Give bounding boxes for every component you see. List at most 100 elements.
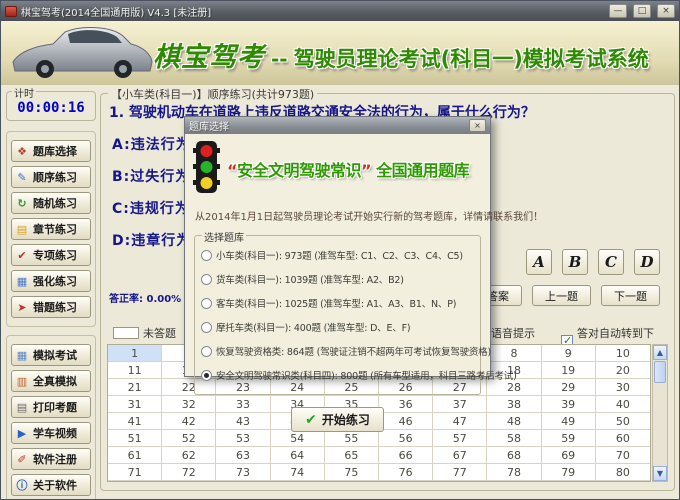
option-b[interactable]: B:过失行为 (112, 166, 191, 186)
bank-option-4[interactable]: 摩托车类(科目一): 400题 (准驾车型: D、E、F) (201, 320, 474, 334)
question-cell-19[interactable]: 19 (541, 362, 596, 379)
question-cell-41[interactable]: 41 (108, 413, 163, 430)
question-cell-48[interactable]: 48 (487, 413, 542, 430)
bank-option-5[interactable]: 恢复驾驶资格类: 864题 (驾驶证注销不超两年可考试恢复驾驶资格) (201, 344, 491, 358)
question-cell-40[interactable]: 40 (595, 396, 650, 413)
question-cell-70[interactable]: 70 (595, 447, 650, 464)
bank-option-6[interactable]: 安全文明驾驶常识类(科目四): 800题 (所有车型适用，科目三路考后考试) (201, 368, 517, 382)
question-cell-39[interactable]: 39 (541, 396, 596, 413)
sidebar-button-exam-grid[interactable]: ▦ 模拟考试 (11, 344, 91, 366)
bank-option-1[interactable]: 小车类(科目一): 973题 (准驾车型: C1、C2、C3、C4、C5) (201, 248, 474, 262)
question-cell-59[interactable]: 59 (541, 430, 596, 447)
question-cell-42[interactable]: 42 (162, 413, 217, 430)
next-question-button[interactable]: 下一题 (601, 285, 660, 306)
question-cell-61[interactable]: 61 (108, 447, 163, 464)
question-cell-21[interactable]: 21 (108, 379, 163, 396)
scroll-down-icon[interactable]: ▼ (653, 466, 667, 481)
radio-icon[interactable] (201, 297, 212, 309)
question-cell-73[interactable]: 73 (216, 464, 271, 481)
question-cell-75[interactable]: 75 (324, 464, 379, 481)
radio-selected-icon[interactable] (201, 369, 212, 381)
question-cell-30[interactable]: 30 (595, 379, 650, 396)
question-cell-54[interactable]: 54 (270, 430, 325, 447)
question-cell-56[interactable]: 56 (379, 430, 434, 447)
question-cell-49[interactable]: 49 (541, 413, 596, 430)
question-cell-33[interactable]: 33 (216, 396, 271, 413)
question-cell-67[interactable]: 67 (433, 447, 488, 464)
question-cell-63[interactable]: 63 (216, 447, 271, 464)
question-cell-72[interactable]: 72 (162, 464, 217, 481)
start-practice-button[interactable]: ✔ 开始练习 (291, 407, 384, 432)
question-cell-53[interactable]: 53 (216, 430, 271, 447)
question-cell-66[interactable]: 66 (379, 447, 434, 464)
question-cell-80[interactable]: 80 (595, 464, 650, 481)
question-cell-32[interactable]: 32 (162, 396, 217, 413)
question-cell-57[interactable]: 57 (433, 430, 488, 447)
question-cell-29[interactable]: 29 (541, 379, 596, 396)
prev-question-button[interactable]: 上一题 (532, 285, 591, 306)
bank-option-2[interactable]: 货车类(科目一): 1039题 (准驾车型: A2、B2) (201, 272, 474, 286)
scroll-up-icon[interactable]: ▲ (653, 345, 667, 360)
sidebar-button-wrong-flag[interactable]: ➤ 错题练习 (11, 296, 91, 318)
option-a[interactable]: A:违法行为 (112, 134, 191, 154)
question-cell-46[interactable]: 46 (379, 413, 434, 430)
question-cell-64[interactable]: 64 (270, 447, 325, 464)
maximize-button[interactable]: □ (633, 4, 651, 18)
answer-button-d[interactable]: D (634, 249, 660, 275)
question-cell-71[interactable]: 71 (108, 464, 163, 481)
answer-button-a[interactable]: A (526, 249, 552, 275)
question-cell-74[interactable]: 74 (270, 464, 325, 481)
question-cell-1[interactable]: 1 (108, 345, 163, 362)
question-cell-62[interactable]: 62 (162, 447, 217, 464)
sidebar-button-chart[interactable]: ▦ 强化练习 (11, 270, 91, 292)
question-cell-58[interactable]: 58 (487, 430, 542, 447)
question-cell-78[interactable]: 78 (487, 464, 542, 481)
scroll-thumb[interactable] (654, 361, 666, 383)
question-cell-79[interactable]: 79 (541, 464, 596, 481)
question-cell-77[interactable]: 77 (433, 464, 488, 481)
question-cell-10[interactable]: 10 (595, 345, 650, 362)
question-cell-69[interactable]: 69 (541, 447, 596, 464)
question-cell-11[interactable]: 11 (108, 362, 163, 379)
grid-scrollbar[interactable]: ▲ ▼ (652, 344, 668, 482)
question-cell-52[interactable]: 52 (162, 430, 217, 447)
sidebar-button-printer[interactable]: ▤ 打印考题 (11, 396, 91, 418)
sidebar-button-info[interactable]: ⓘ 关于软件 (11, 474, 91, 496)
question-cell-47[interactable]: 47 (433, 413, 488, 430)
sidebar-button-video-play[interactable]: ▶ 学车视频 (11, 422, 91, 444)
radio-icon[interactable] (201, 273, 212, 285)
sidebar-button-register-tool[interactable]: ✐ 软件注册 (11, 448, 91, 470)
question-cell-36[interactable]: 36 (379, 396, 434, 413)
sidebar-button-shuffle[interactable]: ↻ 随机练习 (11, 192, 91, 214)
sidebar-button-cubes[interactable]: ❖ 题库选择 (11, 140, 91, 162)
question-cell-65[interactable]: 65 (324, 447, 379, 464)
question-cell-68[interactable]: 68 (487, 447, 542, 464)
question-cell-9[interactable]: 9 (541, 345, 596, 362)
radio-icon[interactable] (201, 321, 212, 333)
question-cell-38[interactable]: 38 (487, 396, 542, 413)
option-d[interactable]: D:违章行为 (112, 230, 191, 250)
question-cell-43[interactable]: 43 (216, 413, 271, 430)
close-button[interactable]: × (657, 4, 675, 18)
sidebar-button-simulation[interactable]: ▥ 全真模拟 (11, 370, 91, 392)
radio-icon[interactable] (201, 249, 212, 261)
minimize-button[interactable]: — (609, 4, 627, 18)
answer-button-b[interactable]: B (562, 249, 588, 275)
question-cell-37[interactable]: 37 (433, 396, 488, 413)
question-cell-60[interactable]: 60 (595, 430, 650, 447)
question-cell-51[interactable]: 51 (108, 430, 163, 447)
bank-option-3[interactable]: 客车类(科目一): 1025题 (准驾车型: A1、A3、B1、N、P) (201, 296, 474, 310)
question-cell-50[interactable]: 50 (595, 413, 650, 430)
question-cell-8[interactable]: 8 (487, 345, 542, 362)
sidebar-button-edit[interactable]: ✎ 顺序练习 (11, 166, 91, 188)
question-cell-31[interactable]: 31 (108, 396, 163, 413)
sidebar-button-special-check[interactable]: ✔ 专项练习 (11, 244, 91, 266)
question-cell-55[interactable]: 55 (324, 430, 379, 447)
option-c[interactable]: C:违规行为 (112, 198, 191, 218)
dialog-close-icon[interactable]: × (469, 119, 486, 132)
radio-icon[interactable] (201, 345, 212, 357)
question-cell-20[interactable]: 20 (595, 362, 650, 379)
answer-button-c[interactable]: C (598, 249, 624, 275)
sidebar-button-chapter[interactable]: ▤ 章节练习 (11, 218, 91, 240)
question-cell-76[interactable]: 76 (379, 464, 434, 481)
